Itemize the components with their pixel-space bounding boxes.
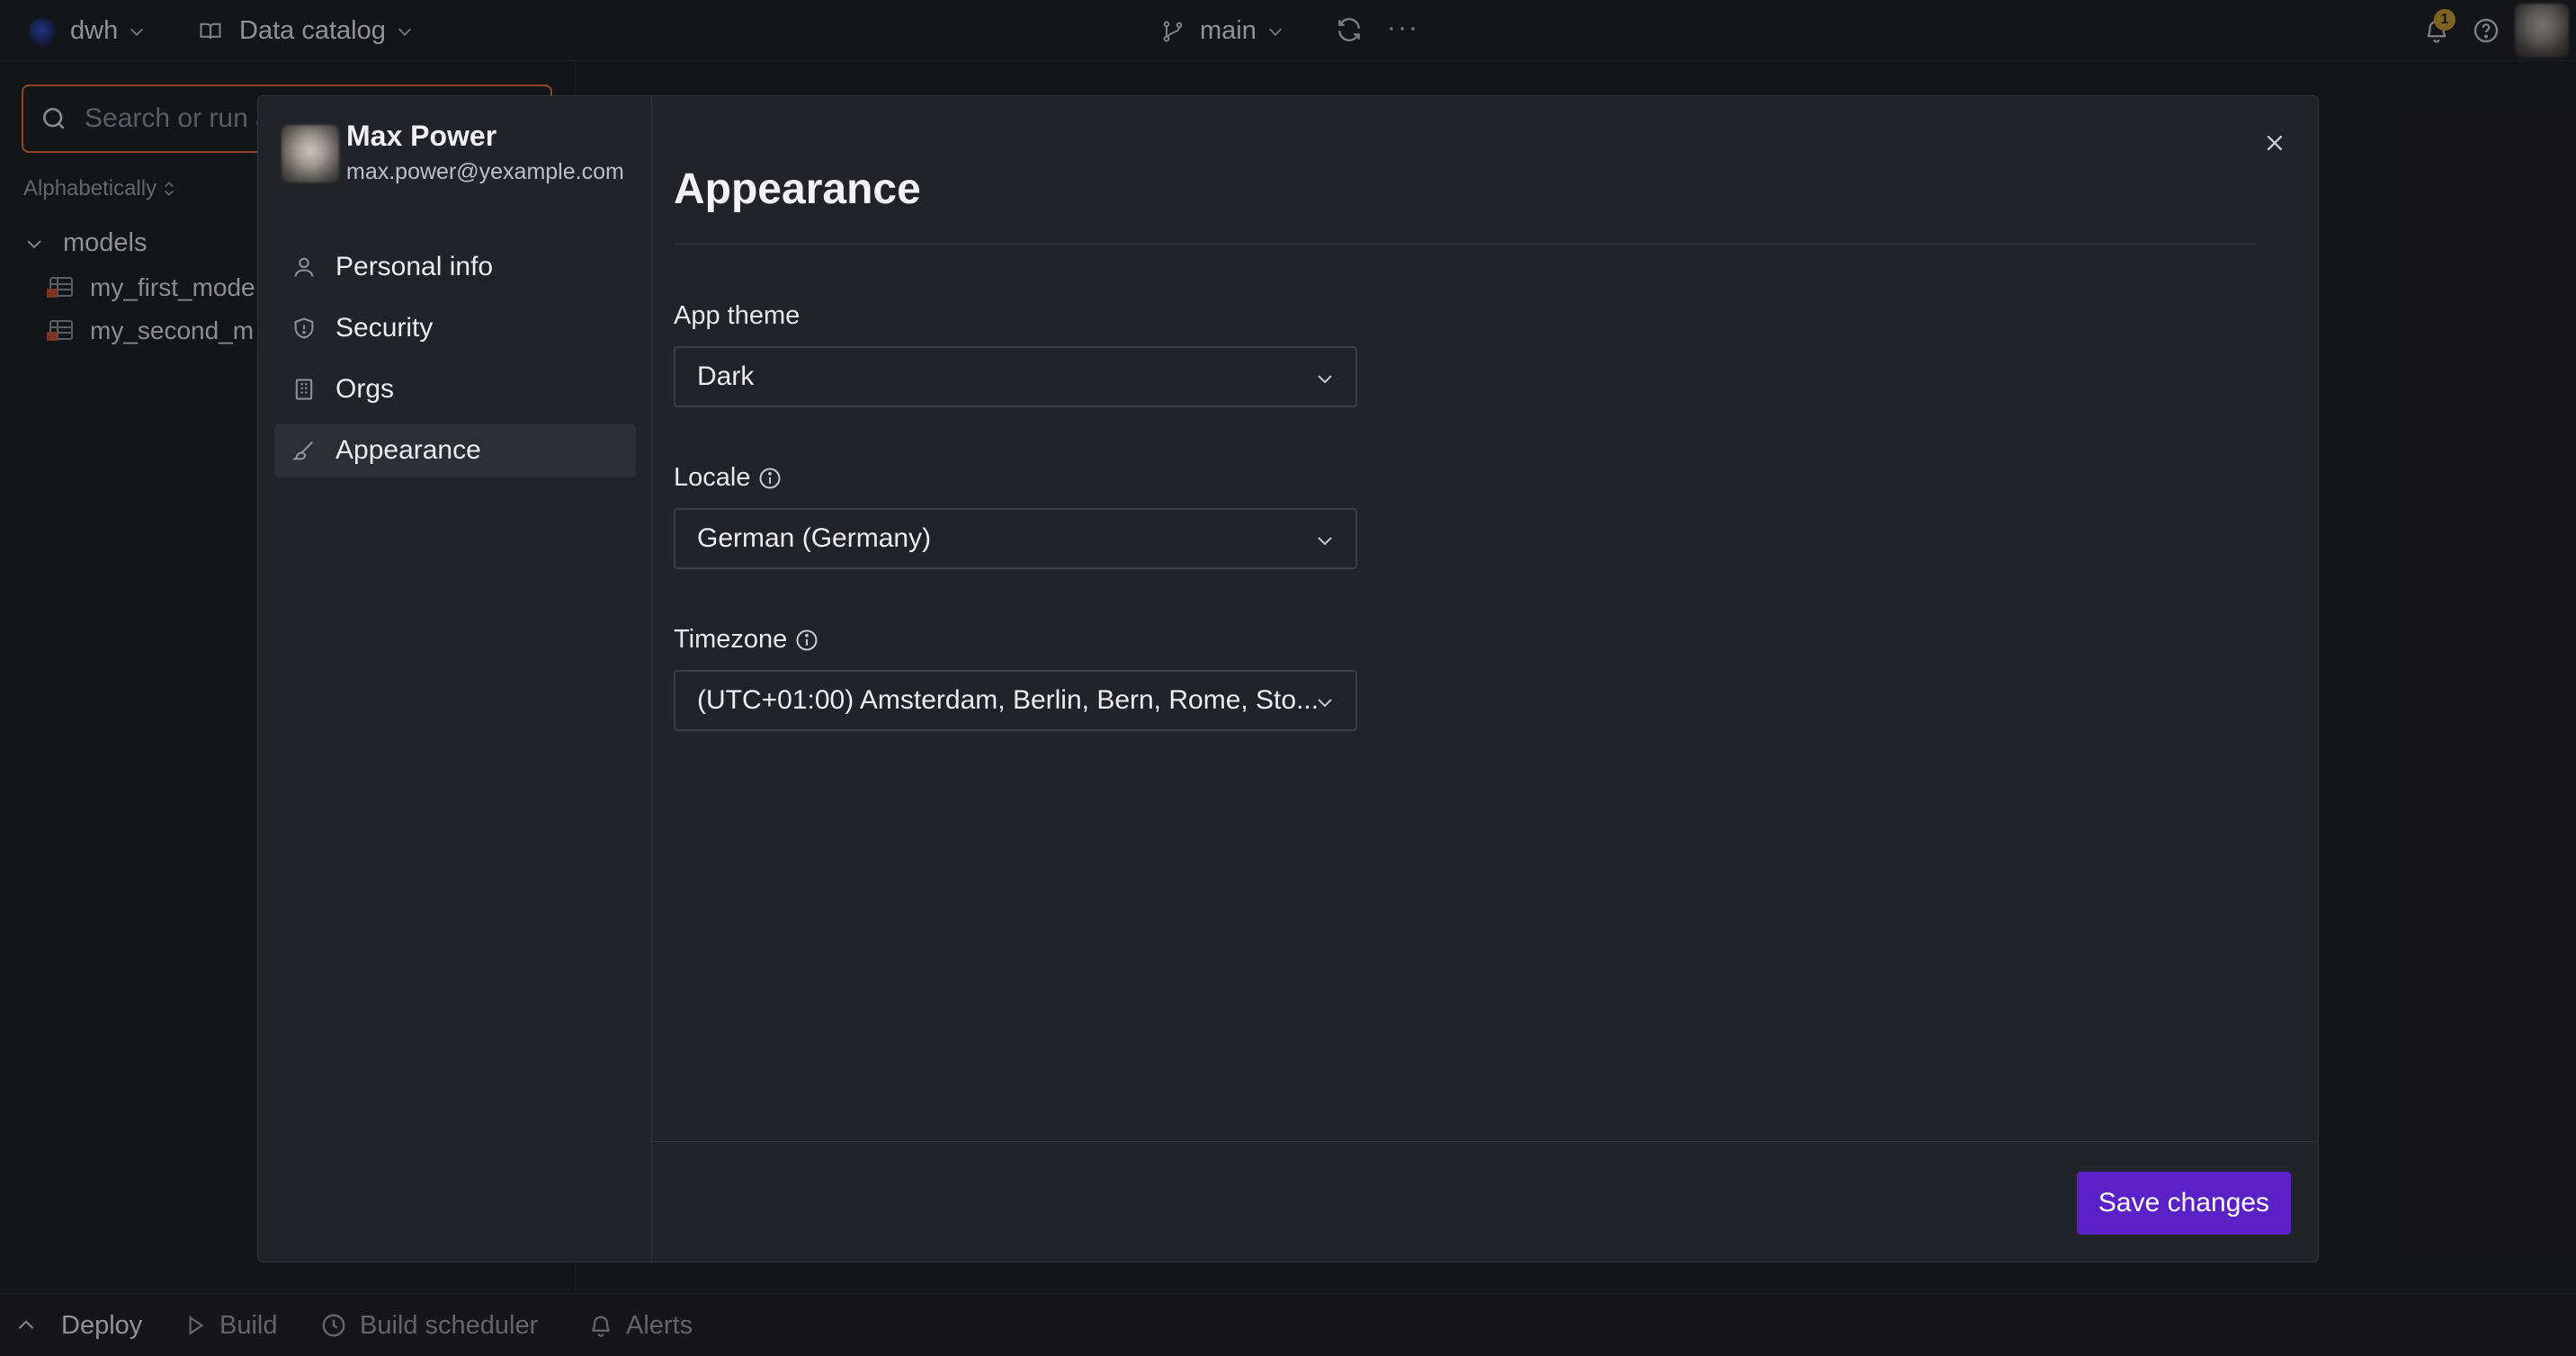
chevron-down-icon	[1314, 530, 1336, 551]
profile-avatar	[282, 125, 339, 183]
nav-label: Personal info	[335, 252, 494, 281]
settings-modal: Max Power max.power@yexample.com Persona…	[257, 95, 2319, 1262]
footer-divider	[652, 1141, 2318, 1142]
settings-sidebar: Max Power max.power@yexample.com Persona…	[258, 96, 652, 1262]
shield-icon	[291, 315, 318, 342]
profile-email: max.power@yexample.com	[346, 159, 624, 184]
locale-label: Locale	[674, 463, 783, 493]
timezone-select[interactable]: (UTC+01:00) Amsterdam, Berlin, Bern, Rom…	[674, 670, 1357, 731]
timezone-value: (UTC+01:00) Amsterdam, Berlin, Bern, Rom…	[697, 685, 1319, 715]
timezone-label: Timezone	[674, 625, 819, 655]
nav-label: Orgs	[335, 374, 395, 404]
nav-label: Security	[335, 313, 434, 343]
locale-select[interactable]: German (Germany)	[674, 508, 1357, 569]
settings-content: Appearance App theme Dark Locale German …	[652, 96, 2318, 1262]
close-button[interactable]	[2257, 125, 2293, 161]
profile-name: Max Power	[346, 120, 497, 152]
chevron-down-icon	[1314, 691, 1336, 713]
locale-label-text: Locale	[674, 463, 751, 492]
user-icon	[291, 254, 318, 281]
page-title: Appearance	[674, 165, 921, 213]
chevron-down-icon	[1314, 368, 1336, 389]
info-icon[interactable]	[794, 628, 819, 653]
nav-orgs[interactable]: Orgs	[274, 362, 636, 416]
theme-label: App theme	[674, 301, 800, 331]
building-icon	[291, 376, 318, 403]
theme-label-text: App theme	[674, 301, 801, 330]
divider	[674, 244, 2257, 245]
theme-value: Dark	[697, 361, 755, 391]
nav-label: Appearance	[335, 435, 481, 465]
nav-personal-info[interactable]: Personal info	[274, 240, 636, 294]
nav-appearance[interactable]: Appearance	[274, 424, 636, 477]
brush-icon	[291, 437, 318, 464]
info-icon[interactable]	[757, 466, 783, 491]
close-icon	[2263, 131, 2286, 155]
timezone-label-text: Timezone	[674, 625, 788, 654]
theme-select[interactable]: Dark	[674, 346, 1357, 407]
nav-security[interactable]: Security	[274, 301, 636, 355]
save-changes-button[interactable]: Save changes	[2077, 1172, 2291, 1235]
locale-value: German (Germany)	[697, 523, 932, 553]
